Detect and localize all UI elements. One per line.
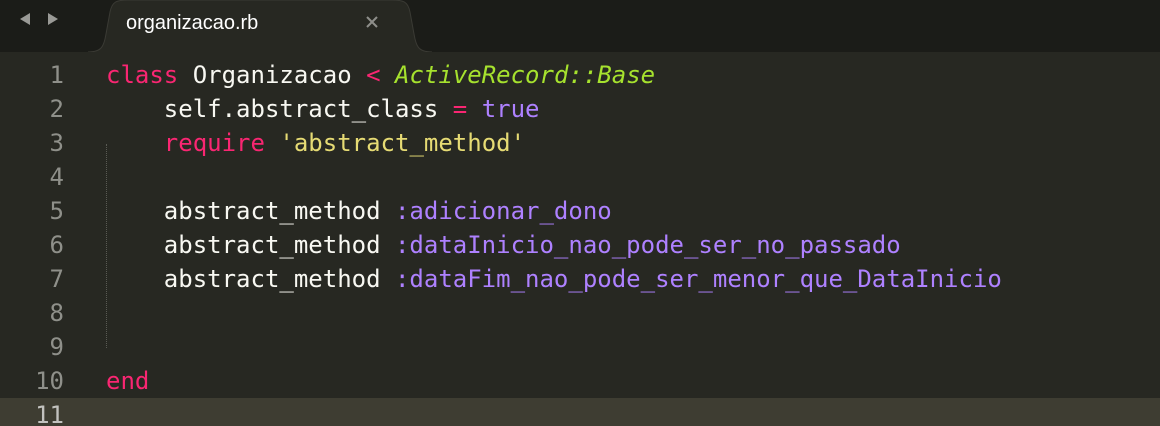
triangle-right-icon[interactable]: [44, 10, 62, 28]
code-text: end: [106, 364, 149, 398]
code-line[interactable]: 10 end: [0, 364, 1160, 398]
line-number: 8: [49, 299, 64, 327]
line-number: 6: [49, 231, 64, 259]
code-text: class Organizacao < ActiveRecord::Base: [106, 58, 655, 92]
code-token: :dataFim_nao_pode_ser_menor_que_DataInic…: [394, 265, 1002, 293]
line-number: 11: [35, 401, 64, 426]
code-line[interactable]: 3 require 'abstract_method': [0, 126, 1160, 160]
code-text: require 'abstract_method': [106, 126, 525, 160]
line-number: 7: [49, 265, 64, 293]
code-text: abstract_method :adicionar_dono: [106, 194, 612, 228]
code-token: <: [366, 61, 381, 89]
code-token: self.abstract_class: [106, 95, 439, 123]
line-number: 1: [49, 61, 64, 89]
code-line[interactable]: 11: [0, 398, 1160, 426]
code-line[interactable]: 1 class Organizacao < ActiveRecord::Base: [0, 58, 1160, 92]
code-editor[interactable]: 1 class Organizacao < ActiveRecord::Base 2…: [0, 52, 1160, 426]
code-token: require: [163, 129, 265, 157]
code-line[interactable]: 2 self.abstract_class = true: [0, 92, 1160, 126]
triangle-left-icon[interactable]: [16, 10, 34, 28]
code-line[interactable]: 5 abstract_method :adicionar_dono: [0, 194, 1160, 228]
code-token: :dataInicio_nao_pode_ser_no_passado: [394, 231, 901, 259]
tab-bar: organizacao.rb: [0, 0, 1160, 52]
code-text: abstract_method :dataInicio_nao_pode_ser…: [106, 228, 901, 262]
line-number: 5: [49, 197, 64, 225]
code-token: :adicionar_dono: [394, 197, 612, 225]
editor-window: organizacao.rb 1 class Organizacao < Acti…: [0, 0, 1160, 426]
line-number: 2: [49, 95, 64, 123]
code-token: 'abstract_method': [279, 129, 526, 157]
code-token: =: [452, 95, 468, 123]
code-line[interactable]: 8: [0, 296, 1160, 330]
code-text: self.abstract_class = true: [106, 92, 540, 126]
tab-navigation: [16, 10, 62, 28]
code-token: abstract_method: [106, 265, 395, 293]
code-text: abstract_method :dataFim_nao_pode_ser_me…: [106, 262, 1002, 296]
code-line[interactable]: 7 abstract_method :dataFim_nao_pode_ser_…: [0, 262, 1160, 296]
code-token: abstract_method: [106, 197, 395, 225]
code-token: true: [481, 95, 540, 123]
line-number: 3: [49, 129, 64, 157]
code-token: class: [106, 61, 179, 89]
code-line[interactable]: 6 abstract_method :dataInicio_nao_pode_s…: [0, 228, 1160, 262]
code-token: abstract_method: [106, 231, 395, 259]
code-token: ActiveRecord::Base: [395, 61, 656, 89]
code-line[interactable]: 9: [0, 330, 1160, 364]
code-token: end: [106, 367, 150, 395]
close-icon[interactable]: [364, 14, 380, 30]
tab-organizacao[interactable]: organizacao.rb: [88, 0, 432, 52]
tab-title: organizacao.rb: [126, 12, 259, 34]
line-number: 4: [49, 163, 64, 191]
code-token: Organizacao: [192, 61, 352, 89]
code-line[interactable]: 4: [0, 160, 1160, 194]
line-number: 9: [49, 333, 64, 361]
line-number: 10: [35, 367, 64, 395]
